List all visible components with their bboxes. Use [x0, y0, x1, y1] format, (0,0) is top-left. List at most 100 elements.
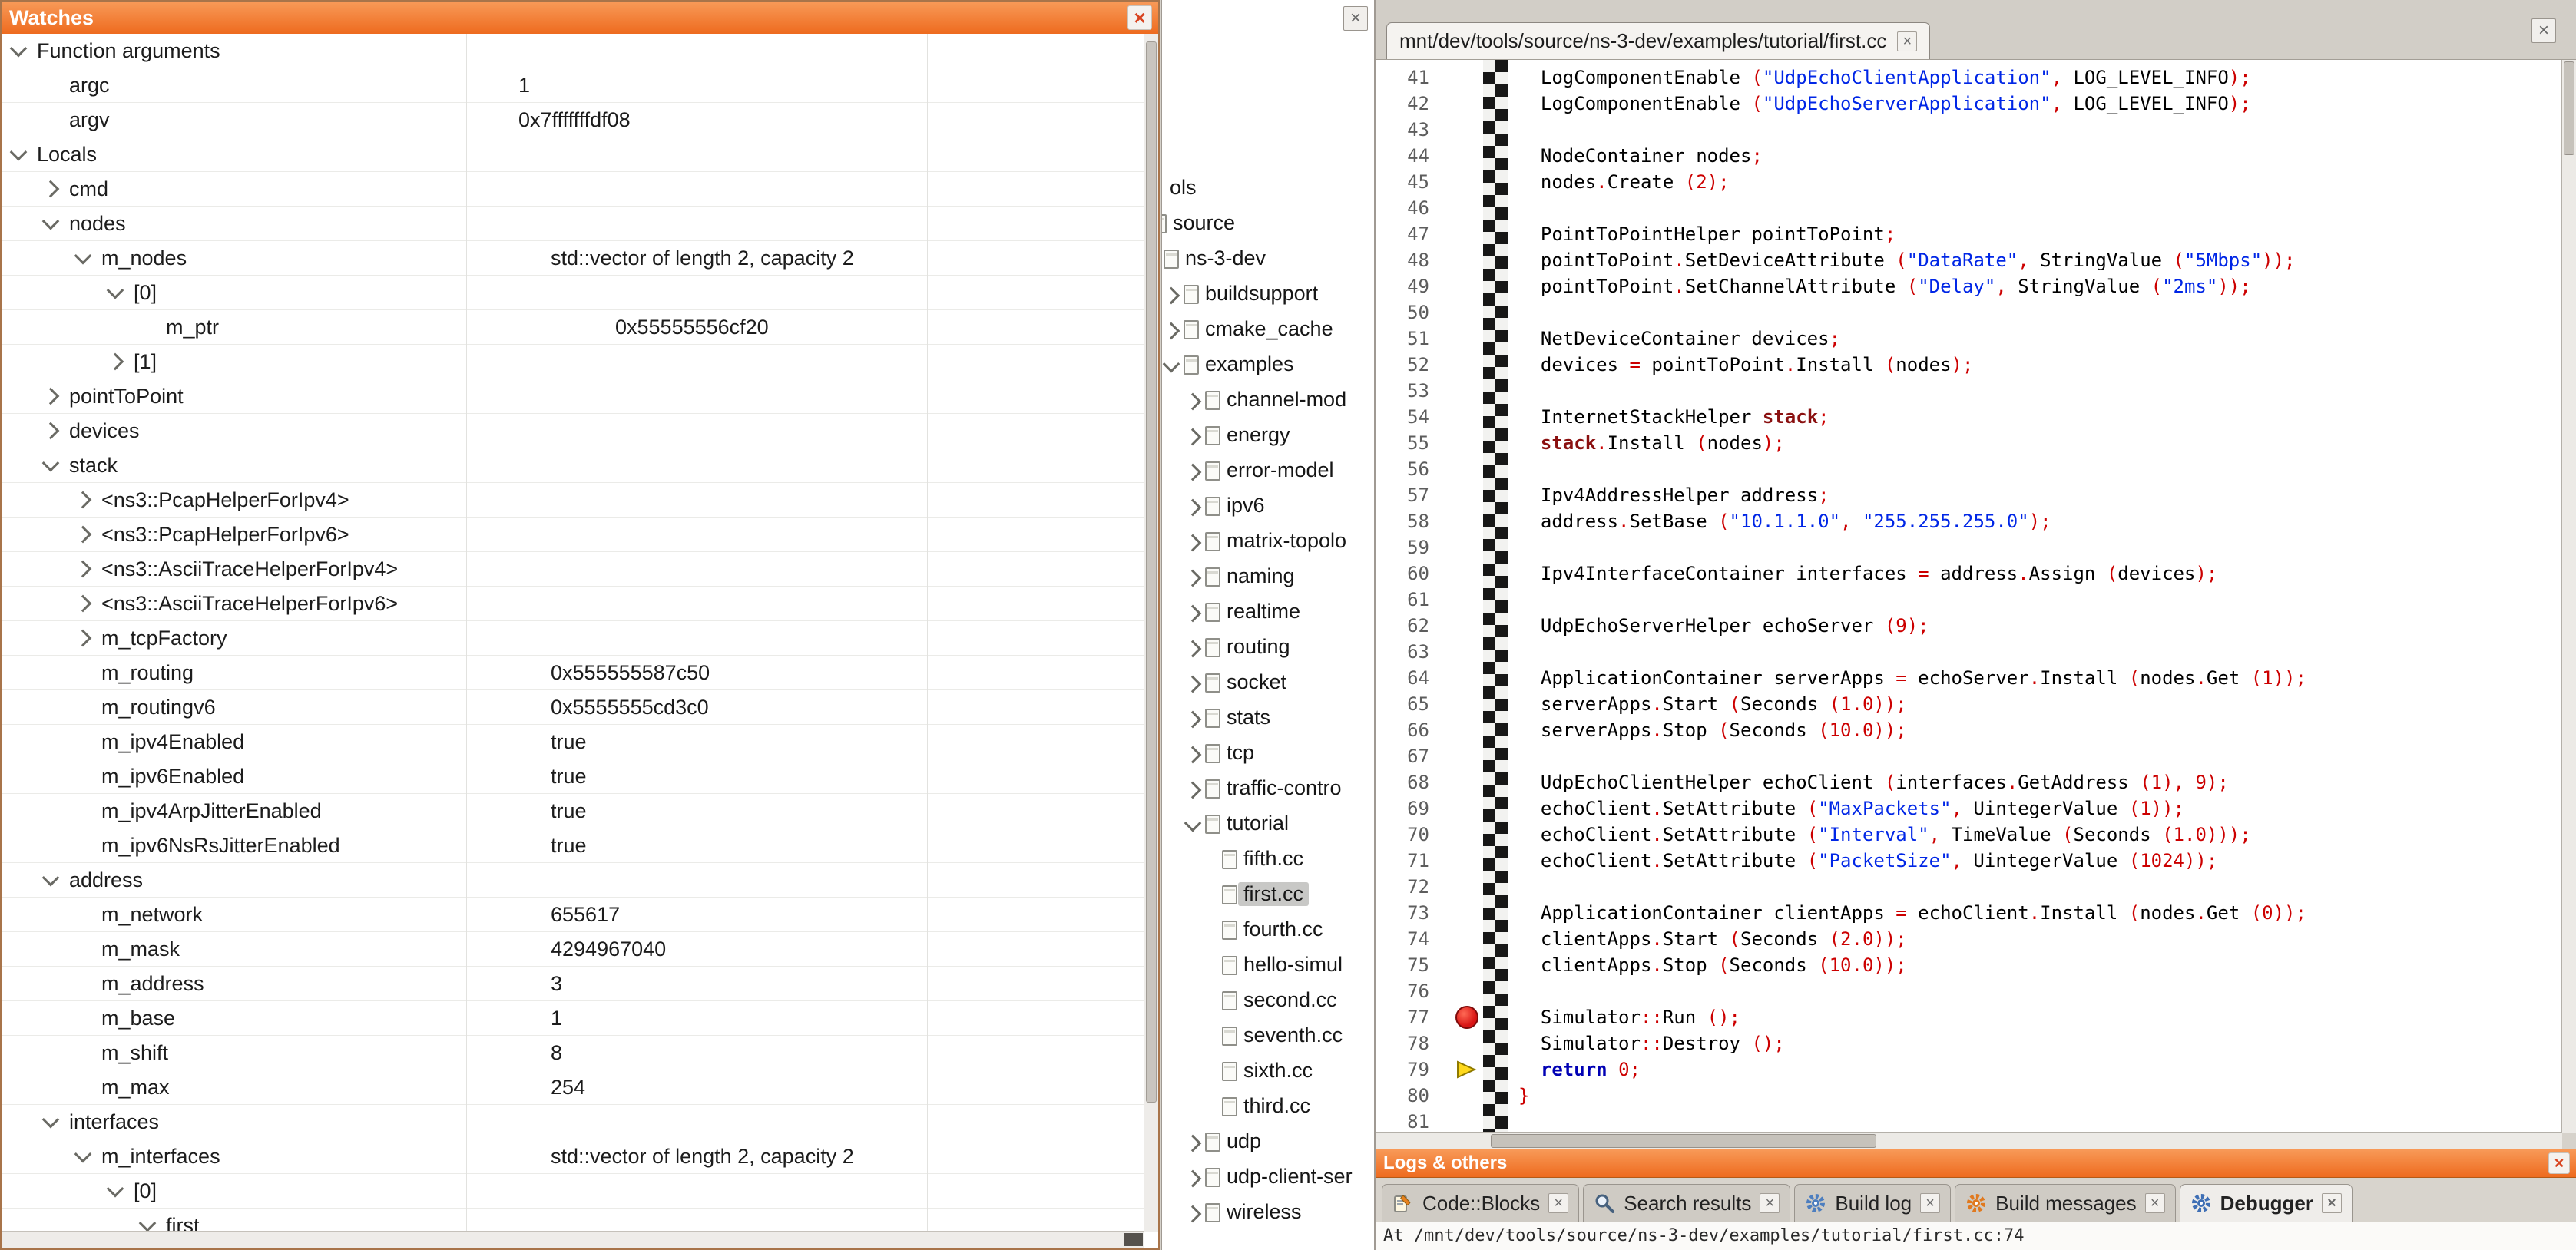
watches-vertical-scrollbar[interactable]: [1144, 34, 1158, 1232]
tree-item-wireless[interactable]: wireless: [1162, 1195, 1374, 1231]
line-number[interactable]: 49: [1376, 273, 1452, 299]
code-line-68[interactable]: UdpEchoClientHelper echoClient (interfac…: [1518, 769, 2562, 795]
close-icon[interactable]: ×: [2145, 1193, 2165, 1213]
line-number[interactable]: 77: [1376, 1004, 1452, 1030]
editor-horizontal-scrollbar-thumb[interactable]: [1491, 1134, 1876, 1148]
close-icon[interactable]: ×: [1760, 1193, 1780, 1213]
line-number[interactable]: 73: [1376, 900, 1452, 926]
line-number[interactable]: 66: [1376, 717, 1452, 743]
line-number[interactable]: 44: [1376, 143, 1452, 169]
expand-icon[interactable]: [1184, 746, 1202, 764]
expand-icon[interactable]: [1184, 1135, 1202, 1152]
collapse-icon[interactable]: [74, 247, 92, 265]
watch-row-ns3-pcaphelperforipv6[interactable]: <ns3::PcapHelperForIpv6>: [2, 518, 1144, 552]
close-icon[interactable]: ×: [2322, 1193, 2342, 1213]
tree-item-ipv6[interactable]: ipv6: [1162, 489, 1374, 524]
code-line-45[interactable]: nodes.Create (2);: [1518, 169, 2562, 195]
tab-search-results[interactable]: Search results×: [1583, 1184, 1790, 1222]
watch-row-m-ipv4enabled[interactable]: m_ipv4Enabledtrue: [2, 725, 1144, 759]
line-number[interactable]: 80: [1376, 1083, 1452, 1109]
line-number[interactable]: 57: [1376, 482, 1452, 508]
tab-build-log[interactable]: Build log×: [1794, 1184, 1951, 1222]
expand-icon[interactable]: [74, 491, 92, 509]
line-number[interactable]: 41: [1376, 64, 1452, 91]
code-line-42[interactable]: LogComponentEnable ("UdpEchoServerApplic…: [1518, 91, 2562, 117]
watch-row-m-address[interactable]: m_address3: [2, 967, 1144, 1001]
watch-row-interfaces[interactable]: interfaces: [2, 1105, 1144, 1139]
tree-item-channel-mod[interactable]: channel-mod: [1162, 383, 1374, 418]
line-number[interactable]: 62: [1376, 613, 1452, 639]
line-number[interactable]: 51: [1376, 326, 1452, 352]
tree-item-second-cc[interactable]: second.cc: [1162, 984, 1374, 1019]
line-number[interactable]: 76: [1376, 978, 1452, 1004]
watch-row-address[interactable]: address: [2, 863, 1144, 898]
watches-close-icon[interactable]: ×: [1127, 5, 1152, 30]
fold-margin[interactable]: [1483, 60, 1508, 1133]
code-line-69[interactable]: echoClient.SetAttribute ("MaxPackets", U…: [1518, 795, 2562, 822]
watch-row-m-tcpfactory[interactable]: m_tcpFactory: [2, 621, 1144, 656]
tree-item-error-model[interactable]: error-model: [1162, 454, 1374, 489]
watch-row-m-nodes[interactable]: m_nodesstd::vector of length 2, capacity…: [2, 241, 1144, 276]
watch-row-m-network[interactable]: m_network655617: [2, 898, 1144, 932]
code-line-58[interactable]: address.SetBase ("10.1.1.0", "255.255.25…: [1518, 508, 2562, 534]
watch-row-devices[interactable]: devices: [2, 414, 1144, 448]
tree-item-energy[interactable]: energy: [1162, 418, 1374, 454]
tree-item-examples[interactable]: examples: [1162, 348, 1374, 383]
tree-item-fourth-cc[interactable]: fourth.cc: [1162, 913, 1374, 948]
tree-item-ols[interactable]: ols: [1162, 171, 1374, 207]
collapse-icon[interactable]: [10, 40, 28, 58]
collapse-icon[interactable]: [42, 869, 60, 887]
code-line-67[interactable]: [1518, 743, 2562, 769]
collapse-icon[interactable]: [1184, 815, 1202, 832]
line-number[interactable]: 43: [1376, 117, 1452, 143]
line-number[interactable]: 45: [1376, 169, 1452, 195]
tree-item-naming[interactable]: naming: [1162, 560, 1374, 595]
code-line-61[interactable]: [1518, 587, 2562, 613]
watch-row-argc[interactable]: argc1: [2, 68, 1144, 103]
code-line-48[interactable]: pointToPoint.SetDeviceAttribute ("DataRa…: [1518, 247, 2562, 273]
code-line-79[interactable]: return 0;: [1518, 1057, 2562, 1083]
expand-icon[interactable]: [74, 595, 92, 613]
expand-icon[interactable]: [1184, 605, 1202, 623]
line-number[interactable]: 78: [1376, 1030, 1452, 1057]
watch-row-m-ipv6enabled[interactable]: m_ipv6Enabledtrue: [2, 759, 1144, 794]
tree-item-fifth-cc[interactable]: fifth.cc: [1162, 842, 1374, 878]
tree-item-third-cc[interactable]: third.cc: [1162, 1090, 1374, 1125]
line-number[interactable]: 59: [1376, 534, 1452, 561]
watch-row-0[interactable]: [0]: [2, 1174, 1144, 1209]
watch-row-m-mask[interactable]: m_mask4294967040: [2, 932, 1144, 967]
line-number[interactable]: 47: [1376, 221, 1452, 247]
line-number[interactable]: 54: [1376, 404, 1452, 430]
logs-header[interactable]: Logs & others ×: [1376, 1149, 2576, 1178]
watch-row-ns3-asciitracehelperforipv4[interactable]: <ns3::AsciiTraceHelperForIpv4>: [2, 552, 1144, 587]
editor-notebook-close-icon[interactable]: ×: [2531, 18, 2556, 43]
code-line-63[interactable]: [1518, 639, 2562, 665]
watches-horizontal-scrollbar[interactable]: [2, 1231, 1144, 1248]
editor-horizontal-scrollbar[interactable]: [1376, 1132, 2562, 1149]
close-icon[interactable]: ×: [1920, 1193, 1940, 1213]
watch-row-m-interfaces[interactable]: m_interfacesstd::vector of length 2, cap…: [2, 1139, 1144, 1174]
code-line-77[interactable]: Simulator::Run ();: [1518, 1004, 2562, 1030]
watch-row-function-arguments[interactable]: Function arguments: [2, 34, 1144, 68]
watches-vertical-scrollbar-thumb[interactable]: [1146, 41, 1157, 1103]
watch-row-ns3-pcaphelperforipv4[interactable]: <ns3::PcapHelperForIpv4>: [2, 483, 1144, 518]
collapse-icon[interactable]: [42, 213, 60, 230]
tree-item-seventh-cc[interactable]: seventh.cc: [1162, 1019, 1374, 1054]
tree-item-hello-simul[interactable]: hello-simul: [1162, 948, 1374, 984]
watch-row-nodes[interactable]: nodes: [2, 207, 1144, 241]
expand-icon[interactable]: [1184, 1170, 1202, 1188]
watch-row-locals[interactable]: Locals: [2, 137, 1144, 172]
editor-tab-first-cc[interactable]: mnt/dev/tools/source/ns-3-dev/examples/t…: [1386, 22, 1930, 59]
line-number[interactable]: 53: [1376, 378, 1452, 404]
tree-item-socket[interactable]: socket: [1162, 666, 1374, 701]
code-line-78[interactable]: Simulator::Destroy ();: [1518, 1030, 2562, 1057]
watch-row-argv[interactable]: argv0x7fffffffdf08: [2, 103, 1144, 137]
collapse-icon[interactable]: [42, 1111, 60, 1129]
code-line-53[interactable]: [1518, 378, 2562, 404]
code-line-75[interactable]: clientApps.Stop (Seconds (10.0));: [1518, 952, 2562, 978]
line-number[interactable]: 71: [1376, 848, 1452, 874]
code-line-51[interactable]: NetDeviceContainer devices;: [1518, 326, 2562, 352]
code-line-64[interactable]: ApplicationContainer serverApps = echoSe…: [1518, 665, 2562, 691]
expand-icon[interactable]: [1163, 287, 1180, 305]
watch-row-m-base[interactable]: m_base1: [2, 1001, 1144, 1036]
